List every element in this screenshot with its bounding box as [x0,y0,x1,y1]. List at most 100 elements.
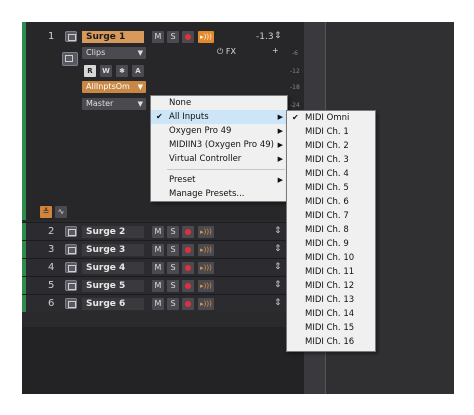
track-row-6[interactable]: 6 Surge 6 M S ▸))) ⇕ [22,294,304,312]
input-echo-button[interactable]: ▸))) [198,280,214,292]
input-echo-button[interactable]: ▸))) [198,298,214,310]
track-color-strip [22,295,26,312]
instrument-track-icon[interactable] [65,262,77,273]
mute-button[interactable]: M [152,262,164,274]
menu-item-label: Preset [169,175,196,185]
track-name[interactable]: Surge 4 [82,262,144,274]
input-echo-button[interactable]: ▸))) [198,226,214,238]
fx-bin-header[interactable]: ⏻ FX [217,47,236,57]
solo-button[interactable]: S [167,226,179,238]
track-row-3[interactable]: 3 Surge 3 M S ▸))) ⇕ [22,240,304,258]
record-button[interactable] [182,280,194,292]
empty-track-area[interactable] [22,327,304,394]
clips-view-toggle[interactable]: ≚ [40,206,52,218]
track-1-expand-icon[interactable]: ⇕ [274,31,282,41]
track-name[interactable]: Surge 5 [82,280,144,292]
synth-icon[interactable] [62,52,78,66]
menu-item-all-inputs[interactable]: ✔ All Inputs ▶ [151,110,287,124]
track-name[interactable]: Surge 3 [82,244,144,256]
track-name[interactable]: Surge 6 [82,298,144,310]
expand-icon[interactable]: ⇕ [274,226,282,236]
mute-button[interactable]: M [152,226,164,238]
instrument-track-icon[interactable] [65,280,77,291]
menu-item-label: Manage Presets... [169,189,245,199]
expand-icon[interactable]: ⇕ [274,298,282,308]
clips-dropdown[interactable]: Clips ▼ [82,47,146,59]
solo-button[interactable]: S [167,262,179,274]
track-1-volume[interactable]: -1.3 [256,32,274,42]
record-button[interactable] [182,262,194,274]
automation-view-toggle[interactable]: ∿ [55,206,67,218]
output-dropdown-label: Master [86,99,114,108]
track-row-5[interactable]: 5 Surge 5 M S ▸))) ⇕ [22,276,304,294]
midi-channel-item[interactable]: MIDI Ch. 8 [287,223,375,237]
instrument-track-icon[interactable] [65,31,77,42]
midi-channel-item[interactable]: MIDI Ch. 10 [287,251,375,265]
midi-channel-label: MIDI Ch. 10 [305,253,355,263]
write-automation-button[interactable]: W [100,65,112,77]
midi-channel-item[interactable]: MIDI Ch. 5 [287,181,375,195]
instrument-track-icon[interactable] [65,244,77,255]
track-1-mute-button[interactable]: M [152,31,164,43]
menu-item-label: Virtual Controller [169,154,242,164]
mute-button[interactable]: M [152,244,164,256]
input-echo-button[interactable]: ▸))) [198,262,214,274]
midi-channel-item[interactable]: MIDI Ch. 6 [287,195,375,209]
track-1-color-strip [22,22,26,220]
midi-channel-item[interactable]: MIDI Ch. 15 [287,321,375,335]
add-fx-icon[interactable]: + [272,46,279,55]
midi-channel-label: MIDI Ch. 13 [305,295,355,305]
midi-channel-item[interactable]: MIDI Ch. 14 [287,307,375,321]
track-1-solo-button[interactable]: S [167,31,179,43]
track-1-record-button[interactable] [182,31,194,43]
midi-channel-item[interactable]: MIDI Ch. 11 [287,265,375,279]
track-1-name[interactable]: Surge 1 [82,31,144,43]
midi-channel-item[interactable]: MIDI Ch. 13 [287,293,375,307]
midi-channel-item[interactable]: ✔ MIDI Omni [287,111,375,125]
menu-item-midiin3[interactable]: MIDIIN3 (Oxygen Pro 49) ▶ [151,138,287,152]
track-number: 6 [48,298,55,309]
mute-button[interactable]: M [152,298,164,310]
midi-channel-item[interactable]: MIDI Ch. 9 [287,237,375,251]
menu-item-virtual-controller[interactable]: Virtual Controller ▶ [151,152,287,166]
freeze-button[interactable]: ✱ [116,65,128,77]
midi-channel-item[interactable]: MIDI Ch. 7 [287,209,375,223]
midi-channel-item[interactable]: MIDI Ch. 4 [287,167,375,181]
fx-label: FX [225,47,236,56]
record-button[interactable] [182,226,194,238]
expand-icon[interactable]: ⇕ [274,244,282,254]
midi-channel-item[interactable]: MIDI Ch. 2 [287,139,375,153]
midi-channel-label: MIDI Ch. 12 [305,281,355,291]
input-context-menu: None ✔ All Inputs ▶ Oxygen Pro 49 ▶ MIDIIN3… [150,95,288,202]
solo-button[interactable]: S [167,244,179,256]
solo-button[interactable]: S [167,298,179,310]
midi-channel-label: MIDI Ch. 2 [305,141,349,151]
instrument-track-icon[interactable] [65,298,77,309]
menu-item-oxygen-pro-49[interactable]: Oxygen Pro 49 ▶ [151,124,287,138]
menu-item-preset[interactable]: Preset ▶ [151,173,287,187]
midi-channel-item[interactable]: MIDI Ch. 3 [287,153,375,167]
menu-item-label: All Inputs [169,112,209,122]
read-automation-button[interactable]: R [84,65,96,77]
track-name[interactable]: Surge 2 [82,226,144,238]
midi-channel-item[interactable]: MIDI Ch. 1 [287,125,375,139]
record-button[interactable] [182,298,194,310]
track-1-input-echo-button[interactable]: ▸))) [198,31,214,43]
expand-icon[interactable]: ⇕ [274,262,282,272]
mute-button[interactable]: M [152,280,164,292]
instrument-track-icon[interactable] [65,226,77,237]
output-dropdown[interactable]: Master ▼ [82,98,146,110]
archive-button[interactable]: A [132,65,144,77]
menu-item-manage-presets[interactable]: Manage Presets... [151,187,287,201]
track-row-4[interactable]: 4 Surge 4 M S ▸))) ⇕ [22,258,304,276]
input-echo-button[interactable]: ▸))) [198,244,214,256]
midi-channel-item[interactable]: MIDI Ch. 16 [287,335,375,349]
midi-channel-item[interactable]: MIDI Ch. 12 [287,279,375,293]
solo-button[interactable]: S [167,280,179,292]
input-dropdown[interactable]: AllInptsOm ▼ [82,81,146,93]
menu-item-none[interactable]: None [151,96,287,110]
record-button[interactable] [182,244,194,256]
track-row-2[interactable]: 2 Surge 2 M S ▸))) ⇕ [22,222,304,240]
midi-channel-label: MIDI Ch. 16 [305,337,355,347]
expand-icon[interactable]: ⇕ [274,280,282,290]
